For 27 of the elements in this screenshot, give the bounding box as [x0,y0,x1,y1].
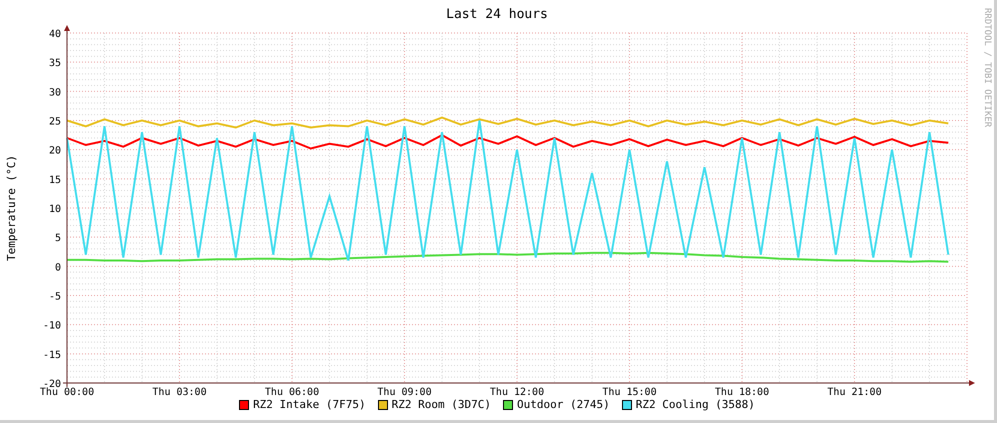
y-tick-label: 25 [48,116,61,128]
y-tick-label: 15 [48,174,61,186]
credit-text: RRDTOOL / TOBI OETIKER [982,8,992,128]
x-tick-label: Thu 09:00 [377,387,432,397]
y-tick-label: 30 [48,87,61,98]
legend-label: RZ2 Room (3D7C) [392,399,491,410]
y-tick-label: 20 [48,146,61,157]
legend-label: RZ2 Cooling (3588) [636,399,755,410]
y-axis-label: Temperature (°C) [5,155,18,261]
legend-label: Outdoor (2745) [517,399,610,410]
y-tick-label: -10 [42,320,61,332]
chart-title: Last 24 hours [446,7,548,22]
y-tick-label: 10 [48,204,61,215]
x-tick-label: Thu 03:00 [152,387,207,397]
y-tick-label: -15 [42,350,61,361]
y-tick-label: 5 [54,233,61,244]
y-tick-label: 0 [54,262,61,274]
y-tick-label: 40 [48,29,61,40]
x-tick-label: Thu 12:00 [490,387,544,397]
x-tick-label: Thu 18:00 [714,387,770,397]
x-tick-label: Thu 00:00 [40,387,94,397]
x-tick-label: Thu 21:00 [827,387,882,397]
x-tick-label: Thu 06:00 [264,387,320,397]
x-tick-label: Thu 15:00 [602,387,657,397]
y-tick-label: -5 [48,292,61,302]
y-tick-label: 35 [48,58,61,70]
legend-label: RZ2 Intake (7F75) [253,399,366,410]
